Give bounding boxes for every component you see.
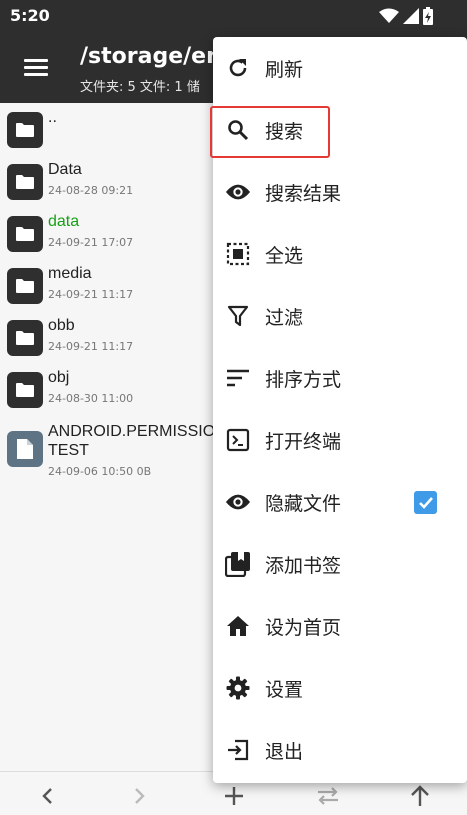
select-all-icon <box>225 241 251 267</box>
menu-item-settings[interactable]: 设置 <box>213 657 467 719</box>
file-date: 24-09-21 11:17 <box>48 288 134 301</box>
file-date: 24-09-21 11:17 <box>48 340 134 353</box>
battery-charging-icon <box>423 7 433 25</box>
file-name: obb <box>48 317 75 334</box>
menu-item-label: 过滤 <box>265 307 304 329</box>
file-name: obj <box>48 369 70 386</box>
folder-icon <box>7 268 43 304</box>
home-icon <box>225 613 251 639</box>
folder-icon <box>7 372 43 408</box>
file-date: 24-09-21 17:07 <box>48 236 134 249</box>
menu-item-filter[interactable]: 过滤 <box>213 285 467 347</box>
menu-item-exit[interactable]: 退出 <box>213 719 467 781</box>
eye-icon <box>225 179 251 205</box>
hamburger-menu-icon[interactable] <box>22 56 50 80</box>
list-item-data[interactable]: data 24-09-21 17:07 <box>0 207 240 259</box>
menu-item-add-bookmark[interactable]: 添加书签 <box>213 533 467 595</box>
up-arrow-icon[interactable] <box>408 784 432 808</box>
menu-item-refresh[interactable]: 刷新 <box>213 37 467 99</box>
menu-item-label: 隐藏文件 <box>265 493 342 515</box>
folder-icon <box>7 320 43 356</box>
search-icon <box>225 117 251 143</box>
terminal-icon <box>225 427 251 453</box>
file-date: 24-08-28 09:21 <box>48 184 134 197</box>
file-name: media <box>48 265 92 282</box>
menu-item-search[interactable]: 搜索 <box>213 99 467 161</box>
file-name-line1: ANDROID.PERMISSION <box>48 423 227 440</box>
menu-item-open-terminal[interactable]: 打开终端 <box>213 409 467 471</box>
bookmark-icon <box>225 551 251 577</box>
file-date: 24-08-30 11:00 <box>48 392 134 405</box>
wifi-icon <box>379 8 399 23</box>
list-item-Data[interactable]: Data 24-08-28 09:21 <box>0 155 240 207</box>
menu-item-label: 打开终端 <box>265 431 342 453</box>
folder-summary: 文件夹: 5 文件: 1 储 <box>80 80 200 95</box>
status-icons <box>379 7 433 25</box>
checkmark-icon <box>418 496 433 509</box>
file-name: Data <box>48 161 82 178</box>
overflow-menu: 刷新 搜索 搜索结果 全选 过滤 排序方式 打开终端 隐藏文件 添加书签 设为首… <box>213 37 467 783</box>
menu-item-set-home[interactable]: 设为首页 <box>213 595 467 657</box>
file-icon <box>7 431 43 467</box>
list-item-parent-dir[interactable]: .. <box>0 103 240 155</box>
add-icon[interactable] <box>222 784 246 808</box>
folder-icon <box>7 216 43 252</box>
sort-icon <box>225 365 251 391</box>
menu-item-search-results[interactable]: 搜索结果 <box>213 161 467 223</box>
menu-item-label: 搜索 <box>265 121 304 143</box>
gear-icon <box>225 675 251 701</box>
menu-item-label: 设为首页 <box>265 617 342 639</box>
hidden-files-checkbox[interactable] <box>414 491 437 514</box>
folder-icon <box>7 112 43 148</box>
status-time: 5:20 <box>10 6 50 25</box>
menu-item-label: 全选 <box>265 245 304 267</box>
swap-icon[interactable] <box>316 784 340 808</box>
refresh-icon <box>225 55 251 81</box>
file-date: 24-09-06 10:50 0B <box>48 465 152 478</box>
menu-item-label: 刷新 <box>265 59 304 81</box>
menu-item-label: 添加书签 <box>265 555 342 577</box>
folder-icon <box>7 164 43 200</box>
status-bar: 5:20 <box>0 0 467 34</box>
menu-item-label: 搜索结果 <box>265 183 342 205</box>
list-item-obj[interactable]: obj 24-08-30 11:00 <box>0 363 240 415</box>
forward-arrow-icon[interactable] <box>128 784 152 808</box>
back-arrow-icon[interactable] <box>35 784 59 808</box>
menu-item-hidden-files[interactable]: 隐藏文件 <box>213 471 467 533</box>
menu-item-label: 退出 <box>265 741 304 763</box>
exit-icon <box>225 737 251 763</box>
signal-icon <box>403 8 419 24</box>
menu-item-sort[interactable]: 排序方式 <box>213 347 467 409</box>
menu-item-select-all[interactable]: 全选 <box>213 223 467 285</box>
menu-item-label: 排序方式 <box>265 369 342 391</box>
eye-icon <box>225 489 251 515</box>
list-item-android-permission-test[interactable]: ANDROID.PERMISSION TEST 24-09-06 10:50 0… <box>0 417 240 485</box>
file-name: .. <box>48 109 57 126</box>
filter-icon <box>225 303 251 329</box>
menu-item-label: 设置 <box>265 679 304 701</box>
file-name: data <box>48 213 80 230</box>
list-item-obb[interactable]: obb 24-09-21 11:17 <box>0 311 240 363</box>
file-name-line2: TEST <box>48 442 89 459</box>
list-item-media[interactable]: media 24-09-21 11:17 <box>0 259 240 311</box>
